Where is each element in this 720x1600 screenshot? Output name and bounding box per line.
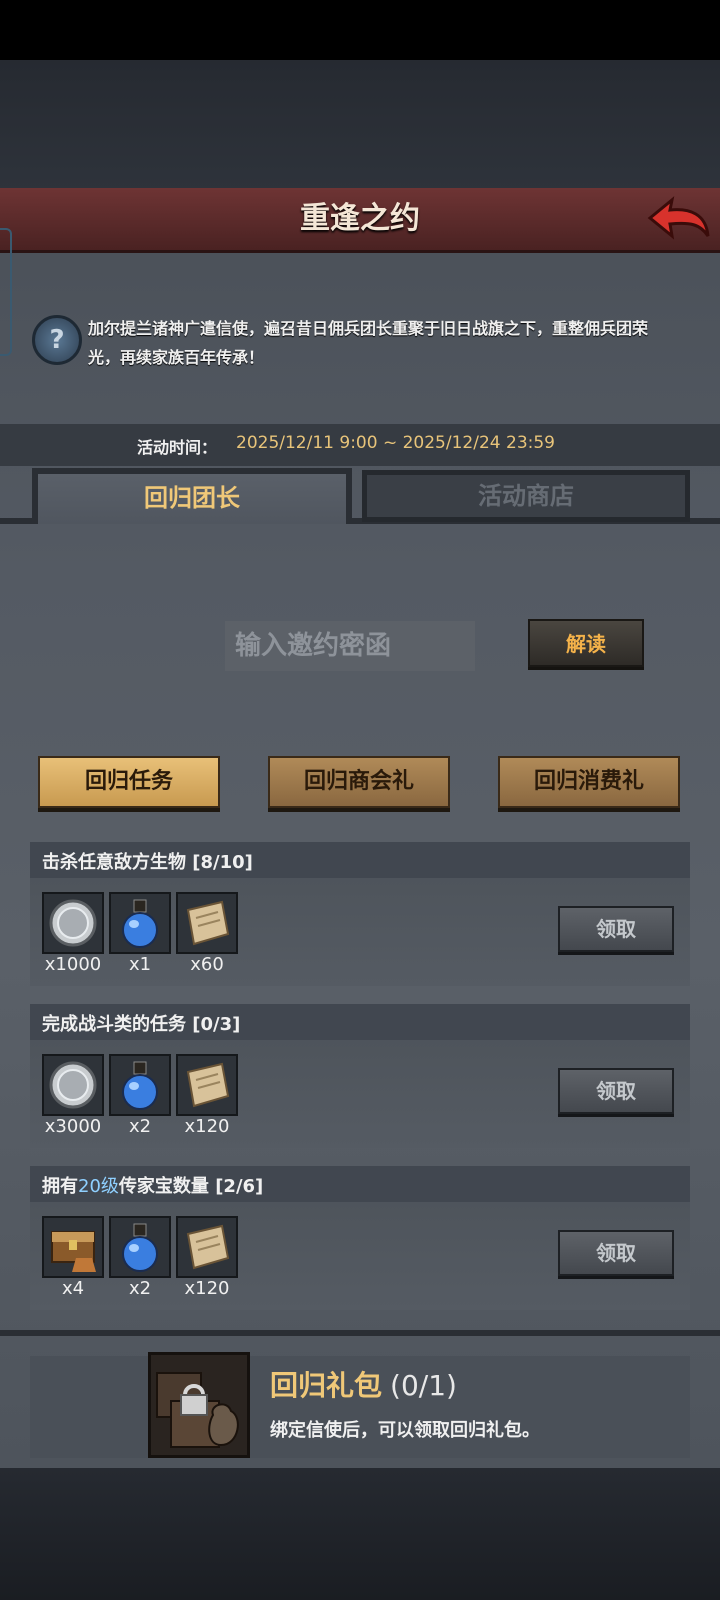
gift-description: 绑定信使后，可以领取回归礼包。	[270, 1420, 540, 1441]
blue-potion-icon[interactable]	[109, 892, 171, 954]
decode-button[interactable]: 解读	[528, 619, 644, 667]
status-bar-area	[0, 0, 720, 60]
reward-quantity: x120	[184, 1278, 230, 1299]
task-card: 拥有20级传家宝数量 [2/6] x4 x2 x120 领取	[30, 1166, 690, 1310]
activity-time-label: 活动时间：	[137, 438, 218, 457]
task-title: 完成战斗类的任务 [0/3]	[42, 1014, 241, 1035]
locked-gift-icon[interactable]	[148, 1352, 250, 1458]
reward-quantity: x120	[184, 1116, 230, 1137]
task-card: 击杀任意敌方生物 [8/10] x1000 x1 x60 领取	[30, 842, 690, 986]
task-progress: [8/10]	[192, 852, 253, 873]
invitation-code-input[interactable]	[225, 621, 475, 671]
treasure-chest-icon[interactable]	[42, 1216, 104, 1278]
section-divider	[0, 1330, 720, 1336]
gift-count: (0/1)	[390, 1369, 457, 1402]
bottom-background	[0, 1468, 720, 1600]
gift-title: 回归礼包 (0/1)	[270, 1369, 457, 1402]
tab-event-shop[interactable]: 活动商店	[362, 470, 690, 522]
scroll-icon[interactable]	[176, 1216, 238, 1278]
task-title: 拥有20级传家宝数量 [2/6]	[42, 1176, 264, 1197]
top-background	[0, 60, 720, 190]
help-icon[interactable]: ?	[32, 315, 82, 365]
task-progress: [0/3]	[192, 1014, 241, 1035]
silver-coin-icon[interactable]	[42, 892, 104, 954]
blue-potion-icon[interactable]	[109, 1054, 171, 1116]
silver-coin-icon[interactable]	[42, 1054, 104, 1116]
header-banner: 重逢之约	[0, 188, 720, 253]
task-title: 击杀任意敌方生物 [8/10]	[42, 852, 253, 873]
task-progress: [2/6]	[215, 1176, 264, 1197]
scroll-icon[interactable]	[176, 892, 238, 954]
side-tab-edge[interactable]	[0, 228, 12, 356]
category-return-guild-gift[interactable]: 回归商会礼	[268, 756, 450, 808]
scroll-icon[interactable]	[176, 1054, 238, 1116]
page-title: 重逢之约	[300, 201, 420, 236]
tab-returning-leader[interactable]: 回归团长	[32, 468, 352, 524]
claim-button[interactable]: 领取	[558, 1068, 674, 1114]
back-button[interactable]	[646, 196, 712, 242]
claim-button[interactable]: 领取	[558, 1230, 674, 1276]
activity-time-value: 2025/12/11 9:00 ~ 2025/12/24 23:59	[236, 433, 555, 453]
back-arrow-icon	[647, 196, 710, 240]
blue-potion-icon[interactable]	[109, 1216, 171, 1278]
category-return-tasks[interactable]: 回归任务	[38, 756, 220, 808]
claim-button[interactable]: 领取	[558, 906, 674, 952]
task-card: 完成战斗类的任务 [0/3] x3000 x2 x120 领取	[30, 1004, 690, 1148]
event-description: 加尔提兰诸神广遣信使，遍召昔日佣兵团长重聚于旧日战旗之下，重整佣兵团荣光，再续家…	[88, 319, 649, 367]
reward-quantity: x60	[190, 954, 224, 975]
category-return-spend-gift[interactable]: 回归消费礼	[498, 756, 680, 808]
